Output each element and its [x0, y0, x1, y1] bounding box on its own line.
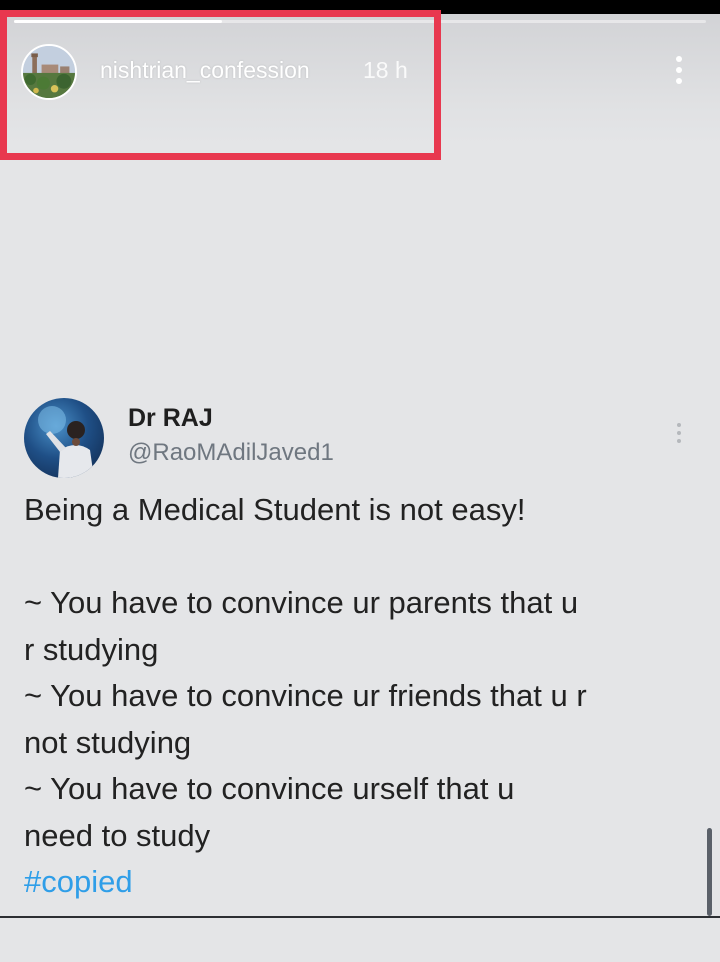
tweet-more-options-button[interactable]	[672, 418, 686, 448]
scrollbar-thumb[interactable]	[707, 828, 712, 916]
tweet-line: Being a Medical Student is not easy!	[24, 492, 526, 527]
tweet-text: Being a Medical Student is not easy! ~ Y…	[24, 487, 704, 906]
person-photo-icon	[38, 406, 94, 478]
tweet-line: not studying	[24, 724, 192, 760]
story-timestamp: 18 h	[363, 57, 408, 83]
tweet-hashtag[interactable]: #copied	[24, 859, 704, 906]
story-avatar[interactable]	[21, 44, 77, 100]
status-bar-strip	[0, 0, 720, 14]
story-progress-fill	[14, 20, 222, 23]
more-vertical-icon	[676, 56, 682, 62]
story-progress-bar	[14, 20, 706, 23]
tweet-line: ~ You have to convince ur friends that u…	[24, 678, 587, 713]
divider	[0, 916, 720, 918]
tweet-line-blank	[24, 534, 704, 581]
landscape-image-icon	[23, 46, 75, 98]
tweet-line: need to study	[24, 817, 211, 853]
tweet-author-handle[interactable]: @RaoMAdilJaved1	[128, 439, 334, 467]
story-more-options-button[interactable]	[664, 52, 694, 88]
story-username[interactable]: nishtrian_confession	[100, 57, 310, 84]
story-screen: nishtrian_confession 18 h Dr RAJ @RaoMAd…	[0, 0, 720, 962]
tweet-line: ~ You have to convince urself that u	[24, 771, 515, 806]
tweet-avatar[interactable]	[24, 398, 104, 478]
tweet-line: ~ You have to convince ur parents that u	[24, 585, 579, 620]
tweet-line: r studying	[24, 631, 159, 667]
more-vertical-icon	[677, 423, 681, 427]
tweet-author-name[interactable]: Dr RAJ	[128, 404, 213, 433]
